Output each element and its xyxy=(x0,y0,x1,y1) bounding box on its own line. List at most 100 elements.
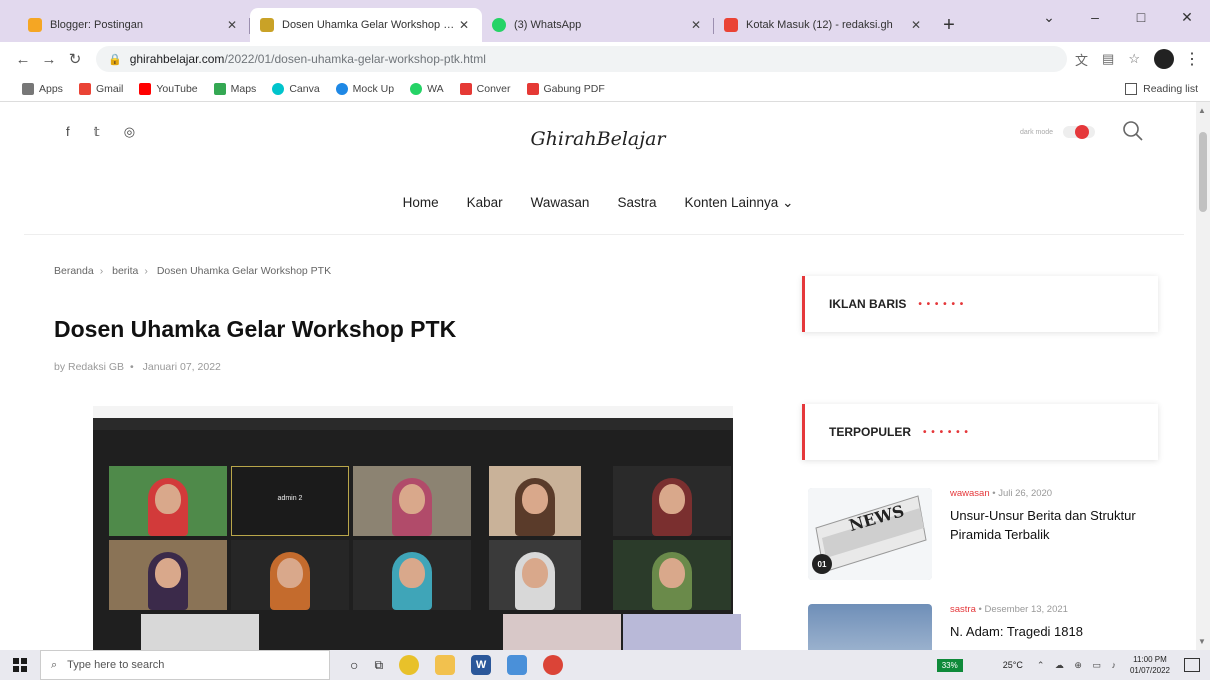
address-bar[interactable]: 🔒 ghirahbelajar.com/2022/01/dosen-uhamka… xyxy=(96,46,1068,72)
rank-badge: 01 xyxy=(812,554,832,574)
tab-blogger[interactable]: Blogger: Postingan ✕ xyxy=(18,8,250,42)
bookmark-apps[interactable]: Apps xyxy=(22,82,63,95)
participant-tile xyxy=(503,614,621,650)
word-icon[interactable]: W xyxy=(471,655,492,675)
breadcrumb-beranda[interactable]: Beranda xyxy=(54,265,94,277)
weather-temperature[interactable]: 25°C xyxy=(1003,660,1023,670)
profile-avatar[interactable] xyxy=(1154,49,1174,69)
scroll-up-icon[interactable]: ▲ xyxy=(1198,106,1206,115)
darkmode-switch[interactable]: dark mode xyxy=(1020,125,1096,139)
back-icon[interactable]: ← xyxy=(10,51,36,68)
tab-title: Dosen Uhamka Gelar Workshop PTK xyxy=(282,19,456,31)
page-scrollbar[interactable]: ▲ ▼ xyxy=(1196,102,1210,650)
nav-konten-lainnya[interactable]: Konten Lainnya ⌄ xyxy=(684,195,793,211)
tab-article[interactable]: Dosen Uhamka Gelar Workshop PTK ✕ xyxy=(250,8,482,42)
maximize-button[interactable]: □ xyxy=(1118,9,1164,25)
lock-icon[interactable]: 🔒 xyxy=(108,53,122,66)
tab-title: (3) WhatsApp xyxy=(514,19,582,31)
close-tab-icon[interactable]: ✕ xyxy=(688,18,704,32)
apps-grid-icon xyxy=(22,82,34,95)
forward-icon[interactable]: → xyxy=(36,51,62,68)
nav-wawasan[interactable]: Wawasan xyxy=(531,195,590,211)
new-tab-button[interactable]: + xyxy=(934,8,964,42)
tab-gmail[interactable]: Kotak Masuk (12) - redaksi.gh ✕ xyxy=(714,8,934,42)
popular-post[interactable]: NEWS 01 wawasan • Juli 26, 2020 Unsur-Un… xyxy=(808,488,1168,588)
reading-list-button[interactable]: Reading list xyxy=(1125,76,1198,102)
bookmark-gabung-pdf[interactable]: Gabung PDF xyxy=(526,82,605,95)
article-date: Januari 07, 2022 xyxy=(142,361,221,373)
bookmark-star-icon[interactable]: ☆ xyxy=(1128,51,1140,67)
menu-kebab-icon[interactable]: ⋮ xyxy=(1184,49,1200,69)
tab-search-icon[interactable]: ⌄ xyxy=(1026,9,1072,26)
maps-icon xyxy=(213,82,226,95)
bookmarks-bar: Apps Gmail YouTube Maps Canva Mock Up WA… xyxy=(0,76,1210,102)
divider xyxy=(24,234,1184,235)
article-author[interactable]: by Redaksi GB xyxy=(54,361,124,373)
notification-icon[interactable] xyxy=(1184,658,1200,672)
bookmark-gmail[interactable]: Gmail xyxy=(78,82,123,95)
toggle-track[interactable] xyxy=(1063,125,1096,139)
post-title[interactable]: Unsur-Unsur Berita dan Struktur Piramida… xyxy=(950,506,1150,544)
task-view-icon[interactable]: ⧉ xyxy=(374,658,383,673)
breadcrumb-berita[interactable]: berita xyxy=(112,265,138,277)
popular-post[interactable]: sastra • Desember 13, 2021 N. Adam: Trag… xyxy=(808,604,1168,650)
close-window-button[interactable]: ✕ xyxy=(1164,9,1210,26)
bookmark-mockup[interactable]: Mock Up xyxy=(335,82,394,95)
nav-sastra[interactable]: Sastra xyxy=(617,195,656,211)
tab-title: Kotak Masuk (12) - redaksi.gh xyxy=(746,19,893,31)
system-clock[interactable]: 11:00 PM 01/07/2022 xyxy=(1130,654,1170,676)
search-icon: ⌕ xyxy=(51,658,58,671)
close-tab-icon[interactable]: ✕ xyxy=(224,18,240,32)
battery-indicator[interactable]: 33% xyxy=(936,658,963,672)
mockup-icon xyxy=(335,82,348,95)
close-tab-icon[interactable]: ✕ xyxy=(456,18,472,32)
main-navigation: Home Kabar Wawasan Sastra Konten Lainnya… xyxy=(0,195,1196,211)
post-category[interactable]: wawasan xyxy=(950,488,990,499)
system-tray: 33% 25°C ⌃ ☁ ⊕ ▭ ♪ 11:00 PM 01/07/2022 xyxy=(936,650,1210,680)
clock-time: 11:00 PM xyxy=(1133,655,1167,664)
post-title[interactable]: N. Adam: Tragedi 1818 xyxy=(950,622,1150,641)
omnibox-actions: 文 ▤ ☆ xyxy=(1075,50,1140,69)
reload-icon[interactable]: ↻ xyxy=(62,50,88,68)
close-tab-icon[interactable]: ✕ xyxy=(908,18,924,32)
whatsapp-favicon-icon xyxy=(492,18,506,32)
post-thumbnail[interactable] xyxy=(808,604,932,650)
post-date: Desember 13, 2021 xyxy=(984,604,1068,615)
scrollbar-thumb[interactable] xyxy=(1199,132,1207,212)
file-explorer-icon[interactable] xyxy=(435,655,456,675)
article-image: admin 2 xyxy=(93,406,741,650)
post-thumbnail[interactable]: NEWS 01 xyxy=(808,488,932,580)
article-title: Dosen Uhamka Gelar Workshop PTK xyxy=(54,316,457,342)
post-meta: wawasan • Juli 26, 2020 xyxy=(950,488,1053,499)
widget-iklan-baris: IKLAN BARIS • • • • • • xyxy=(802,276,1158,332)
site-logo[interactable]: GhirahBelajar xyxy=(0,128,1196,150)
translate-icon[interactable]: 文 xyxy=(1075,50,1088,69)
nav-kabar[interactable]: Kabar xyxy=(467,195,503,211)
taskbar-search-placeholder: Type here to search xyxy=(67,659,165,671)
bookmark-maps[interactable]: Maps xyxy=(213,82,256,95)
canva-icon xyxy=(272,82,285,95)
minimize-button[interactable]: – xyxy=(1072,9,1118,25)
tab-whatsapp[interactable]: (3) WhatsApp ✕ xyxy=(482,8,714,42)
post-meta: sastra • Desember 13, 2021 xyxy=(950,604,1068,615)
photos-icon[interactable] xyxy=(507,655,528,675)
post-category[interactable]: sastra xyxy=(950,604,976,615)
bookmark-wa[interactable]: WA xyxy=(410,82,444,95)
chrome-active-icon[interactable] xyxy=(543,655,564,675)
extensions-icon[interactable]: ▤ xyxy=(1102,51,1114,67)
participant-tile xyxy=(613,466,731,536)
bookmark-conver[interactable]: Conver xyxy=(459,82,511,95)
nav-home[interactable]: Home xyxy=(403,195,439,211)
taskbar-search-input[interactable]: ⌕ Type here to search xyxy=(40,650,330,680)
bookmark-youtube[interactable]: YouTube xyxy=(139,82,198,95)
scroll-down-icon[interactable]: ▼ xyxy=(1198,637,1206,646)
windows-start-icon[interactable] xyxy=(0,650,40,680)
tray-icons[interactable]: ⌃ ☁ ⊕ ▭ ♪ xyxy=(1037,660,1120,671)
participant-tile xyxy=(353,540,471,610)
bookmark-canva[interactable]: Canva xyxy=(272,82,320,95)
chrome-icon[interactable] xyxy=(399,655,420,675)
darkmode-label: dark mode xyxy=(1020,128,1054,136)
taskbar-apps: ○ ⧉ W xyxy=(350,655,564,675)
cortana-icon[interactable]: ○ xyxy=(350,657,358,673)
search-icon[interactable] xyxy=(1122,120,1144,148)
